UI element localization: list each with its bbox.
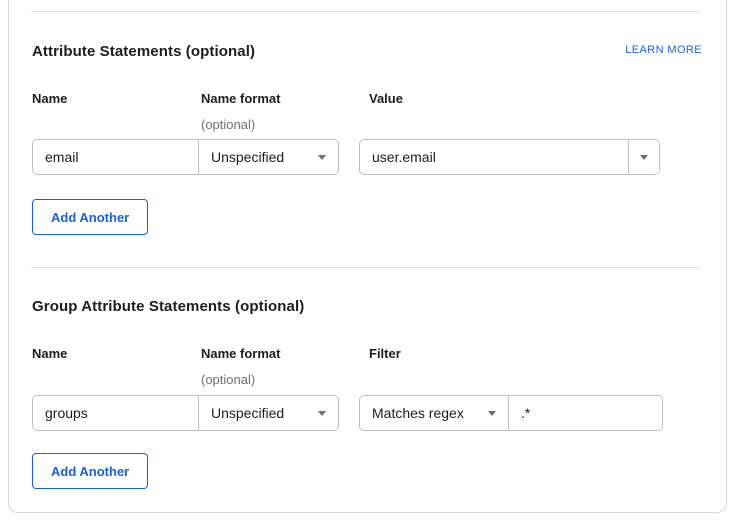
filter-type-selected-value: Matches regex — [372, 405, 464, 421]
name-format-selected-value: Unspecified — [211, 405, 284, 421]
name-format-select[interactable]: Unspecified — [198, 396, 338, 430]
add-another-group-attribute-button[interactable]: Add Another — [32, 453, 148, 489]
value-combobox — [359, 139, 660, 175]
saml-settings-card: Attribute Statements (optional) LEARN MO… — [8, 0, 727, 513]
name-and-format-group: Unspecified — [32, 395, 339, 431]
attribute-name-input[interactable] — [33, 140, 198, 174]
learn-more-link[interactable]: LEARN MORE — [625, 44, 702, 56]
chevron-down-icon — [640, 155, 648, 160]
page: Attribute Statements (optional) LEARN MO… — [0, 0, 737, 530]
column-header-value: Value — [369, 91, 403, 106]
filter-group: Matches regex — [359, 395, 663, 431]
attribute-statements-title: Attribute Statements (optional) — [32, 43, 255, 60]
chevron-down-icon — [318, 411, 326, 416]
column-header-filter: Filter — [369, 346, 401, 361]
name-format-selected-value: Unspecified — [211, 149, 284, 165]
filter-type-select[interactable]: Matches regex — [360, 396, 509, 430]
column-header-name-format: Name format — [201, 346, 280, 361]
filter-value-input[interactable] — [509, 396, 662, 430]
section-divider — [31, 11, 701, 12]
name-format-select[interactable]: Unspecified — [198, 140, 338, 174]
name-and-format-group: Unspecified — [32, 139, 339, 175]
name-format-optional-note: (optional) — [201, 372, 255, 387]
group-attribute-statements-title: Group Attribute Statements (optional) — [32, 298, 304, 315]
name-format-optional-note: (optional) — [201, 117, 255, 132]
column-header-name: Name — [32, 346, 67, 361]
group-attribute-name-input[interactable] — [33, 396, 198, 430]
column-header-name-format: Name format — [201, 91, 280, 106]
value-dropdown-button[interactable] — [628, 140, 659, 174]
column-header-name: Name — [32, 91, 67, 106]
add-another-attribute-button[interactable]: Add Another — [32, 199, 148, 235]
section-divider — [31, 267, 701, 268]
chevron-down-icon — [318, 155, 326, 160]
attribute-value-input[interactable] — [360, 140, 628, 174]
chevron-down-icon — [488, 411, 496, 416]
